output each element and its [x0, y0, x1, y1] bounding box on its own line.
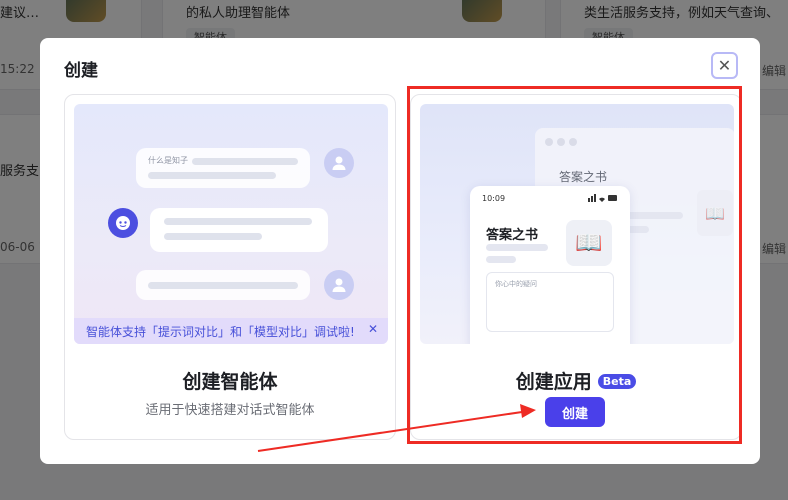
chat-bubble [136, 148, 310, 188]
text-placeholder-bar [192, 158, 298, 165]
create-dialog: 创建 ✕ 什么是知子 智能体支持「提示词对比」和「模型对比」调试啦! ✕ 创建智… [40, 38, 760, 464]
beta-badge: Beta [597, 374, 637, 389]
bot-avatar-icon [108, 208, 138, 238]
feature-notice-banner: 智能体支持「提示词对比」和「模型对比」调试啦! ✕ [74, 318, 388, 344]
book-icon: 📖 [697, 190, 733, 236]
phone-mockup: 10:09 答案之书 📖 你心中的疑问 [470, 186, 630, 344]
chat-bubble [150, 208, 328, 252]
book-icon: 📖 [566, 220, 612, 266]
phone-time: 10:09 [482, 194, 506, 203]
text-placeholder-bar [164, 218, 312, 225]
text-placeholder-bar [148, 172, 276, 179]
close-button[interactable]: ✕ [711, 52, 738, 79]
text-placeholder-bar [486, 244, 548, 251]
notice-close-icon[interactable]: ✕ [368, 322, 378, 336]
create-agent-title: 创建智能体 [182, 371, 278, 393]
notice-text: 智能体支持「提示词对比」和「模型对比」调试啦! [86, 324, 355, 339]
text-placeholder-bar [486, 256, 516, 263]
text-placeholder-bar [148, 282, 298, 289]
create-agent-option[interactable]: 什么是知子 智能体支持「提示词对比」和「模型对比」调试啦! ✕ 创建智能体 适用… [64, 94, 396, 440]
app-preview-illustration: 答案之书 📖 10:09 答案之书 📖 你心中的疑问 [420, 104, 734, 344]
bubble-hint-text: 什么是知子 [148, 156, 188, 165]
create-app-option[interactable]: 答案之书 📖 10:09 答案之书 📖 你心中的疑问 创建应用 Beta 创建 [410, 94, 742, 440]
input-placeholder: 你心中的疑问 [495, 280, 537, 288]
create-agent-description: 适用于快速搭建对话式智能体 [145, 403, 315, 418]
phone-app-title: 答案之书 [486, 228, 539, 243]
window-dot [545, 138, 553, 146]
create-app-title-text: 创建应用 [515, 371, 592, 393]
phone-status-icons [588, 194, 618, 204]
create-app-button[interactable]: 创建 [545, 397, 605, 427]
close-icon: ✕ [717, 56, 732, 75]
agent-preview-illustration: 什么是知子 智能体支持「提示词对比」和「模型对比」调试啦! ✕ [74, 104, 388, 344]
create-app-title: 创建应用 Beta [411, 367, 741, 394]
window-title: 答案之书 [559, 170, 608, 184]
window-dot [569, 138, 577, 146]
user-avatar-icon [324, 270, 354, 300]
window-dot [557, 138, 565, 146]
question-input-mockup: 你心中的疑问 [486, 272, 614, 332]
text-placeholder-bar [164, 233, 262, 240]
user-avatar-icon [324, 148, 354, 178]
dialog-title: 创建 [64, 61, 98, 81]
